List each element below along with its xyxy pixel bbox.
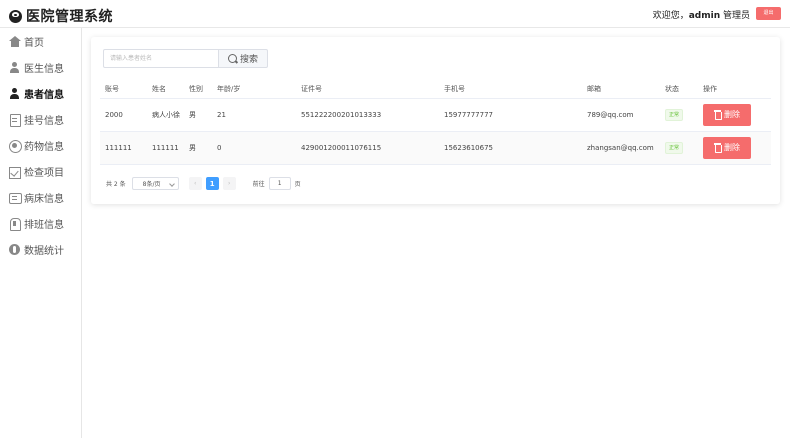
cell-action: 删除: [698, 131, 771, 165]
column-header: 性别: [184, 81, 212, 99]
patient-list-card: 搜索 账号 姓名 性别 年龄/岁 证件号 手机号 邮箱 状态 操作 2000 病: [91, 37, 780, 204]
goto-page-input[interactable]: [268, 177, 291, 190]
column-header: 证件号: [296, 81, 439, 99]
sidebar-item-patients[interactable]: 患者信息: [0, 80, 81, 106]
table-row: 111111 111111 男 0 429001200011076115 156…: [100, 131, 771, 165]
top-header: 医院管理系统 欢迎您，admin 管理员 退出: [0, 0, 790, 28]
search-input[interactable]: [103, 49, 219, 68]
app-title: 医院管理系统: [26, 9, 113, 25]
pagination: 共 2 条 8条/页 ‹ 1 › 前往 页: [106, 177, 301, 190]
column-header: 操作: [698, 81, 771, 99]
status-badge: 正常: [665, 108, 684, 121]
welcome-username: admin: [688, 11, 721, 21]
home-icon: [9, 35, 21, 47]
search-bar: 搜索: [103, 49, 268, 68]
sidebar: 首页 医生信息 患者信息 挂号信息 药物信息 检查项目 病床信息 排班信息 数据…: [0, 28, 82, 438]
cell-action: 删除: [698, 98, 771, 132]
goto-prefix: 前往: [252, 181, 265, 188]
column-header: 账号: [100, 81, 147, 99]
trash-icon: [714, 143, 722, 153]
welcome-text: 欢迎您，admin 管理员: [653, 8, 750, 21]
column-header: 状态: [660, 81, 698, 99]
schedule-icon: [9, 217, 21, 231]
sidebar-item-stats[interactable]: 数据统计: [0, 236, 81, 262]
cell-phone: 15623610675: [439, 131, 582, 165]
trash-icon: [714, 110, 722, 120]
column-header: 年龄/岁: [212, 81, 296, 99]
sidebar-item-label: 患者信息: [24, 89, 64, 101]
column-header: 姓名: [147, 81, 184, 99]
cell-status: 正常: [660, 98, 698, 132]
sidebar-item-checks[interactable]: 检查项目: [0, 158, 81, 184]
page-number-current[interactable]: 1: [205, 177, 219, 190]
sidebar-item-drugs[interactable]: 药物信息: [0, 132, 81, 158]
delete-button[interactable]: 删除: [703, 103, 751, 126]
logout-button[interactable]: 退出: [756, 7, 781, 20]
cell-email: 789@qq.com: [582, 98, 660, 132]
goto-suffix: 页: [294, 181, 301, 188]
stats-icon: [9, 243, 20, 255]
sidebar-item-label: 医生信息: [24, 63, 64, 75]
cell-id-number: 551222200201013333: [296, 98, 439, 132]
doctor-icon: [9, 61, 20, 73]
logo-icon: [9, 9, 22, 23]
sidebar-item-label: 病床信息: [24, 193, 64, 205]
status-badge: 正常: [665, 141, 684, 154]
table-header-row: 账号 姓名 性别 年龄/岁 证件号 手机号 邮箱 状态 操作: [100, 81, 771, 99]
welcome-role: 管理员: [720, 11, 750, 21]
cell-account: 2000: [100, 98, 147, 132]
cell-name: 病人小徐: [147, 98, 184, 132]
delete-button-label: 删除: [724, 110, 740, 119]
cell-age: 0: [212, 131, 296, 165]
goto-page: 前往 页: [253, 177, 301, 190]
search-icon: [227, 54, 237, 63]
sidebar-item-label: 检查项目: [24, 167, 64, 179]
sidebar-item-label: 排班信息: [24, 219, 64, 231]
sidebar-item-label: 药物信息: [24, 141, 64, 153]
search-button-label: 搜索: [239, 54, 258, 64]
sidebar-item-label: 挂号信息: [24, 115, 64, 127]
search-button[interactable]: 搜索: [219, 49, 268, 68]
sidebar-item-label: 首页: [24, 37, 44, 49]
table-row: 2000 病人小徐 男 21 551222200201013333 159777…: [100, 98, 771, 132]
total-count: 共 2 条: [106, 181, 126, 188]
check-icon: [9, 166, 21, 179]
cell-gender: 男: [184, 98, 212, 132]
delete-button-label: 删除: [724, 143, 740, 152]
prev-page-button[interactable]: ‹: [188, 177, 202, 190]
cell-id-number: 429001200011076115: [296, 131, 439, 165]
register-icon: [9, 113, 21, 127]
delete-button[interactable]: 删除: [703, 136, 751, 159]
welcome-prefix: 欢迎您，: [652, 11, 689, 21]
sidebar-item-schedule[interactable]: 排班信息: [0, 210, 81, 236]
next-page-button[interactable]: ›: [222, 177, 236, 190]
cell-phone: 15977777777: [439, 98, 582, 132]
page-size-select[interactable]: 8条/页: [131, 177, 179, 190]
bed-icon: [9, 192, 22, 204]
sidebar-item-home[interactable]: 首页: [0, 28, 81, 54]
sidebar-item-label: 数据统计: [24, 245, 64, 257]
page-size-value: 8条/页: [142, 181, 161, 188]
sidebar-item-doctors[interactable]: 医生信息: [0, 54, 81, 80]
cell-age: 21: [212, 98, 296, 132]
patient-icon: [9, 87, 20, 99]
patient-table: 账号 姓名 性别 年龄/岁 证件号 手机号 邮箱 状态 操作 2000 病人小徐…: [100, 81, 771, 165]
cell-email: zhangsan@qq.com: [582, 131, 660, 165]
column-header: 邮箱: [582, 81, 660, 99]
sidebar-item-registrations[interactable]: 挂号信息: [0, 106, 81, 132]
cell-account: 111111: [100, 131, 147, 165]
cell-status: 正常: [660, 131, 698, 165]
drug-icon: [9, 139, 22, 153]
app-logo: 医院管理系统: [9, 6, 113, 26]
cell-name: 111111: [147, 131, 184, 165]
sidebar-item-beds[interactable]: 病床信息: [0, 184, 81, 210]
cell-gender: 男: [184, 131, 212, 165]
column-header: 手机号: [439, 81, 582, 99]
